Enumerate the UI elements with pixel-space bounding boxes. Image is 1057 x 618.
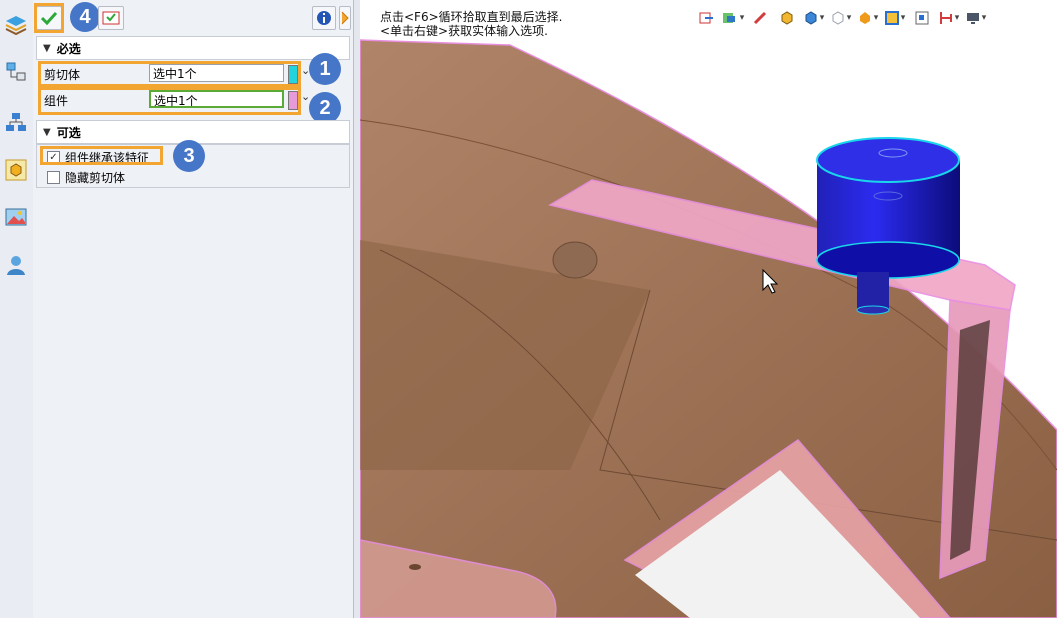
- hide-cutter-checkbox[interactable]: [47, 170, 60, 184]
- collapse-triangle-icon: ▼: [43, 126, 51, 138]
- callout-badge-3: 3: [173, 140, 205, 172]
- measure-icon[interactable]: [748, 9, 772, 27]
- chevron-down-icon[interactable]: ⌄: [301, 90, 310, 103]
- collapse-triangle-icon: ▼: [43, 42, 51, 54]
- hint-line-1: 点击<F6>循环拾取直到最后选择.: [380, 10, 563, 24]
- selection-hint: 点击<F6>循环拾取直到最后选择. <单击右键>获取实体输入选项.: [380, 10, 562, 38]
- component-callout-box: [38, 87, 301, 115]
- required-section-header[interactable]: ▼ 必选: [36, 36, 350, 60]
- hide-cutter-label: 隐藏剪切体: [65, 170, 126, 185]
- frame-view-icon[interactable]: [910, 9, 934, 27]
- callout-badge-4: 4: [70, 2, 100, 32]
- panel-toolbar: 4: [33, 0, 353, 34]
- zoom-fit-icon[interactable]: ▾: [883, 9, 907, 27]
- section-view-icon[interactable]: ▾: [937, 9, 961, 27]
- 3d-viewport[interactable]: 点击<F6>循环拾取直到最后选择. <单击右键>获取实体输入选项. ▾ ▾ ▾ …: [360, 0, 1057, 618]
- model-render[interactable]: [360, 0, 1057, 618]
- assembly-tree-icon[interactable]: [4, 110, 28, 134]
- shaded-cube-icon[interactable]: [775, 9, 799, 27]
- optional-section-title: 可选: [56, 125, 81, 140]
- image-import-icon[interactable]: [4, 205, 28, 229]
- render-style-icon[interactable]: ▾: [856, 9, 880, 27]
- required-section-title: 必选: [56, 41, 81, 56]
- info-icon: [317, 11, 331, 25]
- expand-arrow-button[interactable]: [339, 6, 351, 30]
- hint-line-2: <单击右键>获取实体输入选项.: [380, 24, 548, 38]
- cutter-callout-box: [38, 61, 301, 87]
- feature-panel: 4 ▼ 必选 剪切体 选中1个 ⌄ 组件 选中1个 ⌄ 1 2 ▼ 可选 ✓ 组…: [33, 0, 354, 618]
- hide-cutter-option[interactable]: 隐藏剪切体: [47, 168, 125, 186]
- display-mode-icon[interactable]: ▾: [721, 9, 745, 27]
- wireframe-cube-icon[interactable]: ▾: [829, 9, 853, 27]
- user-icon[interactable]: [4, 253, 28, 277]
- left-icon-strip: [0, 0, 34, 618]
- info-button[interactable]: [312, 6, 336, 30]
- inherit-callout-box: [40, 146, 163, 165]
- apply-button[interactable]: [98, 6, 124, 30]
- stack-icon[interactable]: [3, 10, 29, 40]
- exit-view-icon[interactable]: [694, 9, 718, 27]
- callout-badge-1: 1: [309, 53, 341, 85]
- confirm-callout-box: [34, 3, 64, 33]
- view-cube-icon[interactable]: ▾: [802, 9, 826, 27]
- history-tree-icon[interactable]: [4, 60, 28, 84]
- part-cube-icon[interactable]: [4, 158, 28, 182]
- view-toolbar: ▾ ▾ ▾ ▾ ▾ ▾ ▾: [694, 8, 988, 28]
- required-section: ▼ 必选: [36, 36, 350, 60]
- monitor-icon[interactable]: ▾: [964, 9, 988, 27]
